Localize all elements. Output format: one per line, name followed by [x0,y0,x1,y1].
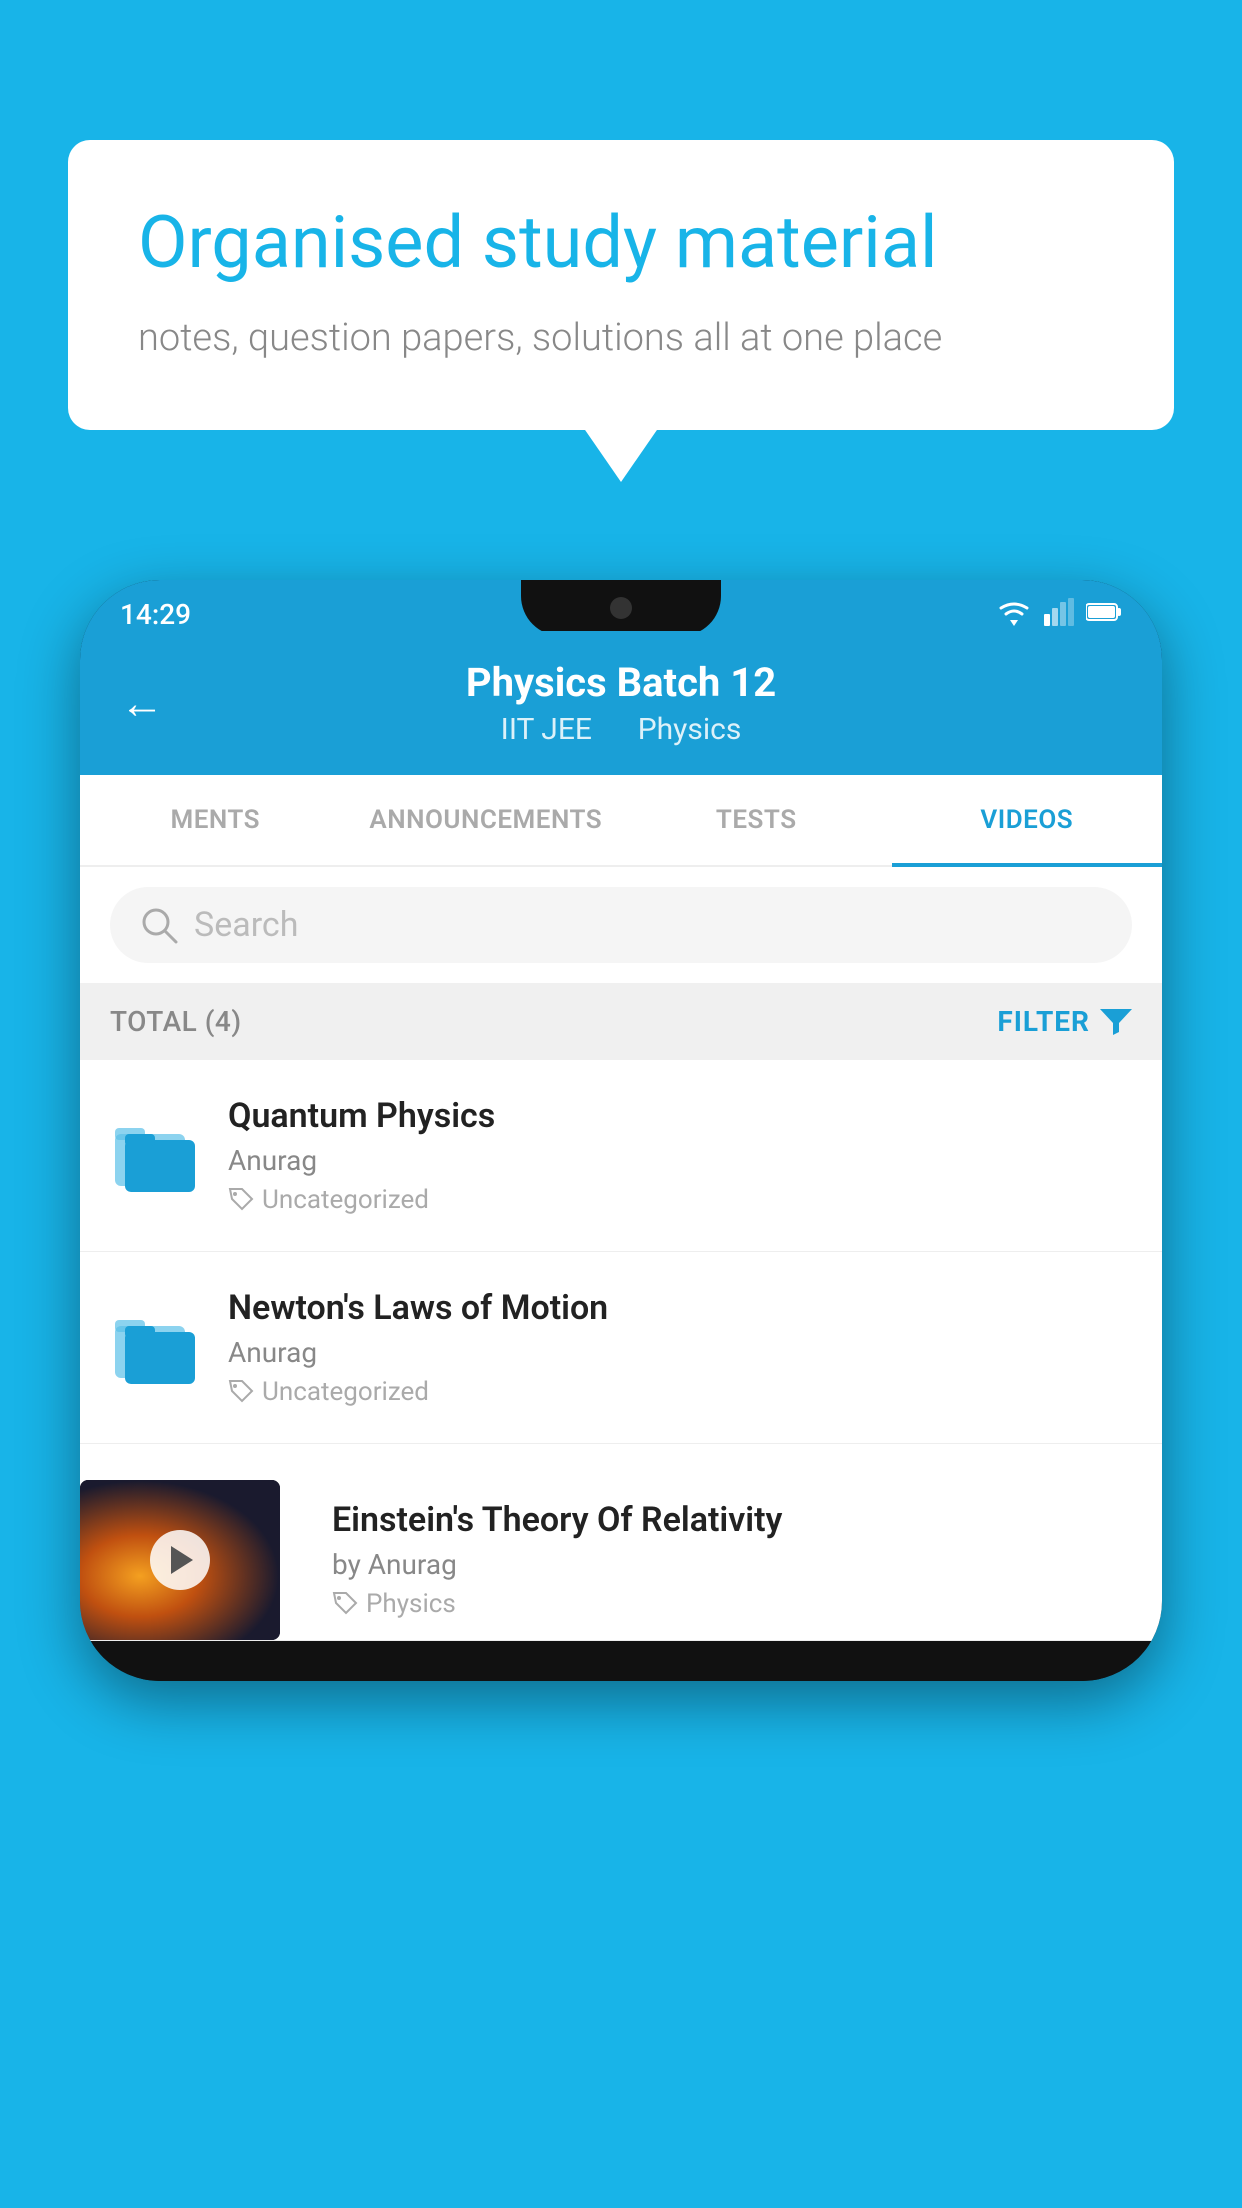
speech-bubble-title: Organised study material [138,200,1104,286]
speech-bubble-card: Organised study material notes, question… [68,140,1174,430]
folder-icon-container [110,1111,200,1201]
total-count: TOTAL (4) [110,1005,242,1038]
item-title: Newton's Laws of Motion [228,1288,1132,1328]
tab-announcements[interactable]: ANNOUNCEMENTS [351,775,622,865]
list-item[interactable]: Newton's Laws of Motion Anurag Uncategor… [80,1252,1162,1444]
speech-bubble: Organised study material notes, question… [68,140,1174,430]
item-author: Anurag [228,1144,1132,1177]
status-icons [996,594,1122,626]
filter-bar: TOTAL (4) FILTER [80,983,1162,1060]
play-button[interactable] [150,1530,210,1590]
item-content: Newton's Laws of Motion Anurag Uncategor… [228,1288,1132,1407]
item-content: Quantum Physics Anurag Uncategorized [228,1096,1132,1215]
tag-icon [228,1187,254,1213]
phone-mockup: 14:29 [80,580,1162,1681]
item-tag: Uncategorized [228,1377,1132,1407]
item-title: Quantum Physics [228,1096,1132,1136]
filter-icon [1100,1007,1132,1037]
item-tag: Uncategorized [228,1185,1132,1215]
list-item[interactable]: Einstein's Theory Of Relativity by Anura… [80,1444,1162,1641]
folder-icon [115,1312,195,1384]
camera-dot [610,597,632,619]
header-title-section: Physics Batch 12 IIT JEE Physics [466,659,776,747]
play-triangle-icon [171,1546,193,1574]
speech-bubble-subtitle: notes, question papers, solutions all at… [138,316,1104,360]
status-bar: 14:29 [80,580,1162,631]
item-title: Einstein's Theory Of Relativity [332,1500,1138,1540]
content-list: Quantum Physics Anurag Uncategorized [80,1060,1162,1641]
tab-tests[interactable]: TESTS [621,775,892,865]
folder-icon-container [110,1303,200,1393]
folder-icon [115,1120,195,1192]
search-icon [140,906,178,944]
phone-bottom [80,1641,1162,1681]
tab-ments[interactable]: MENTS [80,775,351,865]
video-thumbnail [80,1480,280,1640]
wifi-icon [996,598,1032,626]
item-tag: Physics [332,1589,1138,1619]
batch-title: Physics Batch 12 [466,659,776,706]
back-button[interactable]: ← [120,677,164,729]
tab-videos[interactable]: VIDEOS [892,775,1163,865]
notch [521,580,721,636]
search-placeholder: Search [194,905,298,945]
search-bar-container: Search [80,867,1162,983]
filter-button[interactable]: FILTER [997,1005,1132,1038]
batch-subtitle: IIT JEE Physics [466,712,776,747]
battery-icon [1086,601,1122,623]
filter-label: FILTER [997,1005,1090,1038]
signal-icon [1044,598,1074,626]
list-item[interactable]: Quantum Physics Anurag Uncategorized [80,1060,1162,1252]
item-author: Anurag [228,1336,1132,1369]
tabs-bar: MENTS ANNOUNCEMENTS TESTS VIDEOS [80,775,1162,867]
tag-icon [332,1591,358,1617]
status-time: 14:29 [120,594,191,631]
search-bar[interactable]: Search [110,887,1132,963]
app-header: ← Physics Batch 12 IIT JEE Physics [80,631,1162,775]
tag-icon [228,1379,254,1405]
subtitle-physics: Physics [638,712,742,747]
subtitle-iit: IIT JEE [501,712,592,747]
item-author: by Anurag [332,1548,1138,1581]
item-content: Einstein's Theory Of Relativity by Anura… [308,1480,1162,1639]
